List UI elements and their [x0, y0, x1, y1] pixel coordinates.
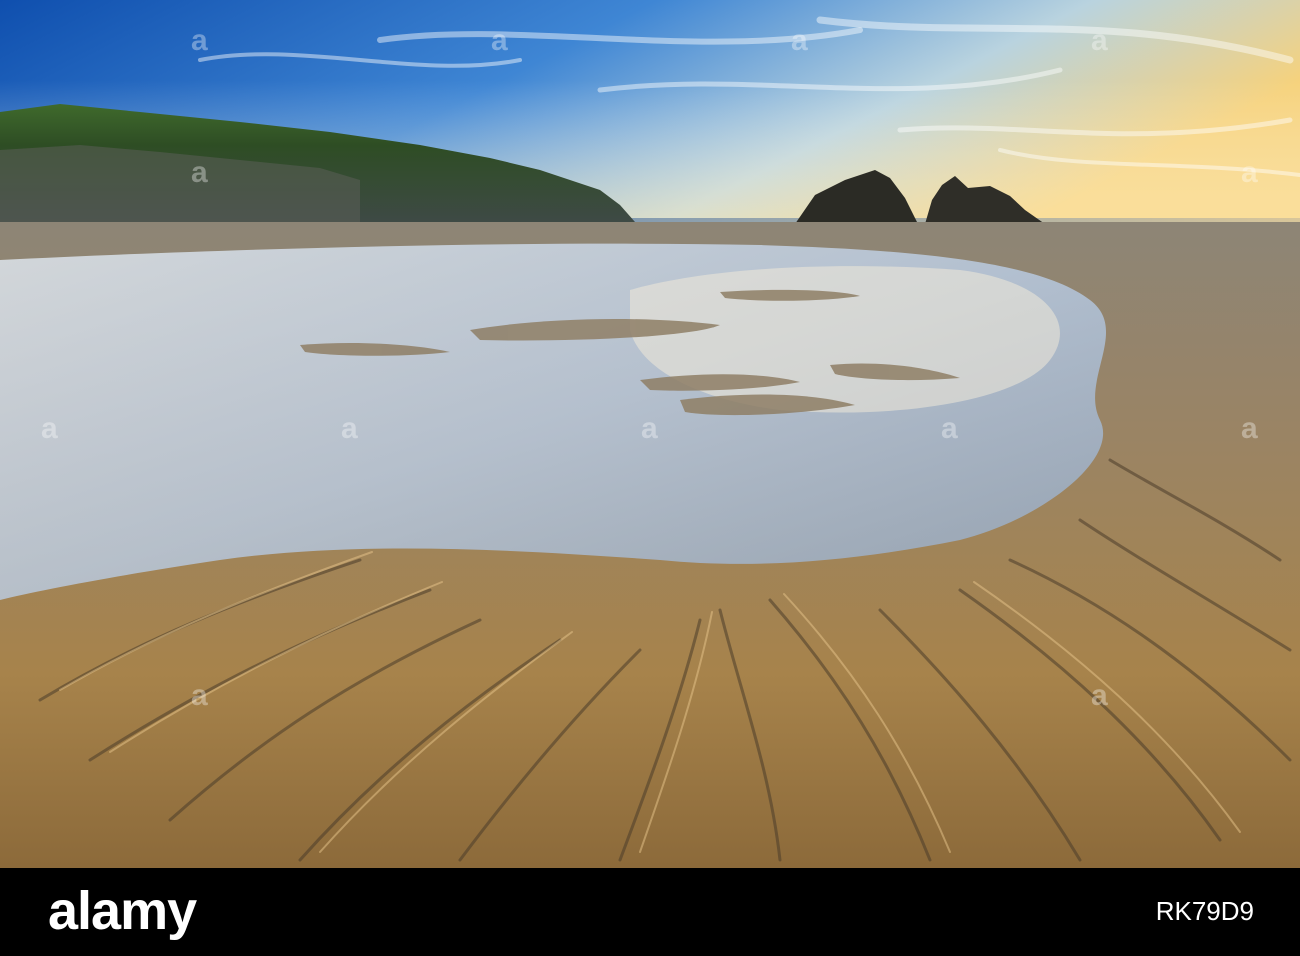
brand-logo: alamy — [48, 881, 197, 941]
beach-landscape-photo — [0, 0, 1300, 868]
footer-bar: alamy RK79D9 — [0, 868, 1300, 956]
stock-photo-page: a a a a a a a a a a a a a alamy RK79D9 — [0, 0, 1300, 956]
image-id: RK79D9 — [1155, 896, 1254, 926]
